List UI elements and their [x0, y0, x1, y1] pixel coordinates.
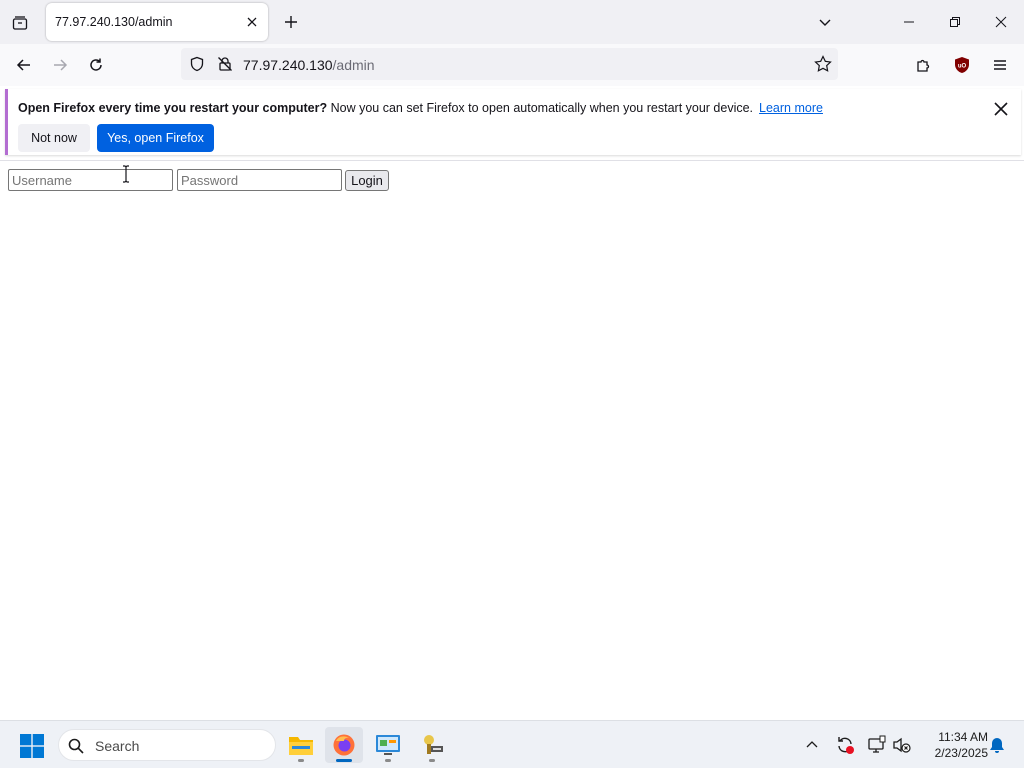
url-path: /admin	[332, 57, 375, 73]
content-divider	[0, 160, 1024, 161]
notification-bell-icon[interactable]	[986, 734, 1008, 756]
not-now-button[interactable]: Not now	[18, 124, 90, 152]
active-tab[interactable]: 77.97.240.130/admin	[46, 3, 268, 41]
windows-taskbar: Search 11:34 AM 2/23/2025	[0, 720, 1024, 768]
reload-icon[interactable]	[82, 51, 110, 79]
clock-time: 11:34 AM	[938, 730, 988, 744]
search-icon	[68, 738, 84, 759]
network-monitor-icon[interactable]	[866, 734, 888, 756]
password-input[interactable]	[177, 169, 342, 191]
close-icon[interactable]	[242, 12, 262, 32]
app-indicator	[429, 759, 435, 762]
restore-icon[interactable]	[932, 0, 978, 44]
windows-start-icon[interactable]	[20, 734, 44, 758]
notification-message: Open Firefox every time you restart your…	[18, 101, 823, 115]
chevron-up-icon[interactable]	[801, 734, 823, 756]
ublock-origin-icon[interactable]: uO	[948, 51, 976, 79]
notification-title: Open Firefox every time you restart your…	[18, 101, 328, 115]
firefox-icon[interactable]	[325, 727, 363, 763]
sync-alert-icon[interactable]	[834, 734, 856, 756]
menu-hamburger-icon[interactable]	[986, 51, 1014, 79]
restart-notification-bar: Open Firefox every time you restart your…	[5, 89, 1021, 155]
new-tab-icon[interactable]	[278, 9, 304, 35]
extensions-puzzle-icon[interactable]	[910, 51, 938, 79]
app-indicator	[298, 759, 304, 762]
text-cursor-icon	[121, 165, 131, 188]
url-bar[interactable]: 77.97.240.130/admin	[181, 48, 838, 80]
notification-body: Now you can set Firefox to open automati…	[327, 101, 754, 115]
tab-list-icon[interactable]	[6, 9, 34, 37]
bookmark-star-icon[interactable]	[814, 55, 832, 78]
close-window-icon[interactable]	[978, 0, 1024, 44]
tab-strip: 77.97.240.130/admin	[0, 0, 1024, 44]
navigation-toolbar: 77.97.240.130/admin uO	[0, 44, 1024, 86]
network-tool-icon[interactable]	[413, 727, 451, 763]
file-explorer-icon[interactable]	[282, 727, 320, 763]
url-text[interactable]: 77.97.240.130/admin	[243, 57, 375, 73]
tab-title: 77.97.240.130/admin	[55, 15, 173, 29]
chevron-down-icon[interactable]	[812, 9, 838, 35]
search-placeholder: Search	[95, 738, 140, 754]
control-panel-icon[interactable]	[369, 727, 407, 763]
clock-date: 2/23/2025	[934, 746, 988, 760]
lock-warning-icon[interactable]	[217, 56, 233, 77]
taskbar-search-box[interactable]: Search	[58, 729, 276, 761]
back-arrow-icon[interactable]	[10, 51, 38, 79]
minimize-icon[interactable]	[886, 0, 932, 44]
app-indicator	[385, 759, 391, 762]
forward-arrow-icon[interactable]	[46, 51, 74, 79]
login-button[interactable]: Login	[345, 170, 389, 191]
close-icon[interactable]	[991, 99, 1011, 119]
username-input[interactable]	[8, 169, 173, 191]
svg-text:uO: uO	[958, 64, 967, 70]
volume-muted-icon[interactable]	[891, 734, 913, 756]
shield-icon[interactable]	[189, 56, 205, 77]
url-host: 77.97.240.130	[243, 57, 333, 73]
system-clock[interactable]: 11:34 AM 2/23/2025	[918, 729, 988, 761]
app-indicator	[336, 759, 352, 762]
yes-open-firefox-button[interactable]: Yes, open Firefox	[97, 124, 214, 152]
learn-more-link[interactable]: Learn more	[759, 101, 823, 115]
